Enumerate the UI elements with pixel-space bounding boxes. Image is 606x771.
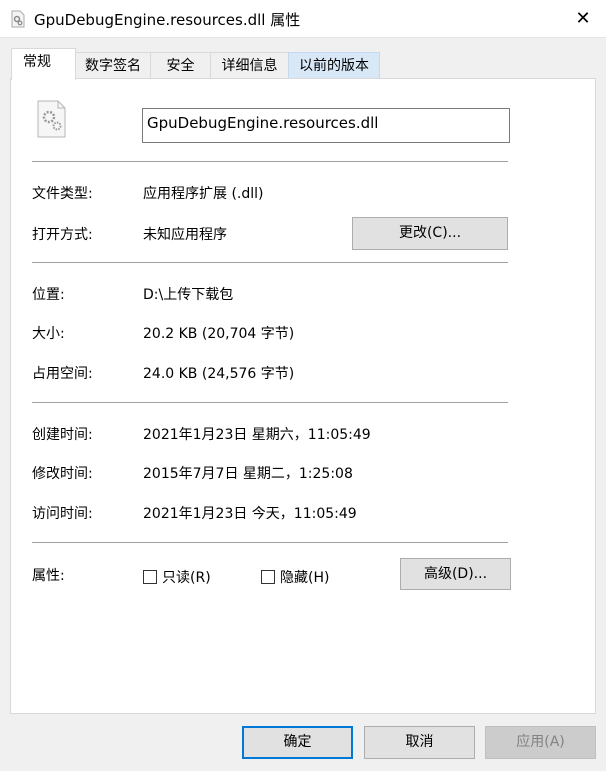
created-label: 创建时间: [32,427,93,443]
readonly-checkbox[interactable]: 只读(R) [143,567,211,587]
tab-security[interactable]: 安全 [150,52,211,79]
modified-label: 修改时间: [32,466,93,482]
dll-file-large-icon [37,100,66,138]
window-title: GpuDebugEngine.resources.dll 属性 [34,11,301,29]
tab-general[interactable]: 常规 [11,48,76,80]
size-value: 20.2 KB (20,704 字节) [143,326,295,342]
close-button[interactable]: ✕ [568,6,598,32]
size-label: 大小: [32,326,65,342]
disk-size-label: 占用空间: [32,366,93,382]
attributes-label: 属性: [32,568,65,584]
ok-button[interactable]: 确定 [242,726,353,759]
general-panel [10,78,596,714]
open-with-label: 打开方式: [32,227,93,243]
apply-button: 应用(A) [485,726,596,759]
change-button[interactable]: 更改(C)... [352,217,508,250]
tab-details[interactable]: 详细信息 [210,52,289,79]
divider [32,542,508,543]
checkbox-box[interactable] [261,570,275,584]
open-with-value: 未知应用程序 [143,227,227,243]
hidden-checkbox[interactable]: 隐藏(H) [261,567,329,587]
cancel-button[interactable]: 取消 [364,726,475,759]
disk-size-value: 24.0 KB (24,576 字节) [143,366,295,382]
file-type-label: 文件类型: [32,186,93,202]
location-value: D:\上传下载包 [143,287,234,303]
location-label: 位置: [32,287,65,303]
created-value: 2021年1月23日 星期六，11:05:49 [143,427,371,443]
advanced-button[interactable]: 高级(D)... [400,558,511,590]
file-name-input[interactable]: GpuDebugEngine.resources.dll [142,108,510,143]
accessed-label: 访问时间: [32,506,93,522]
tab-previous-versions[interactable]: 以前的版本 [288,52,380,79]
divider [32,161,508,162]
tab-digital-signature[interactable]: 数字签名 [75,52,151,79]
readonly-label: 只读(R) [162,570,211,586]
accessed-value: 2021年1月23日 今天，11:05:49 [143,506,357,522]
file-type-value: 应用程序扩展 (.dll) [143,186,264,202]
checkbox-box[interactable] [143,570,157,584]
divider [32,262,508,263]
dll-file-icon [11,10,25,28]
hidden-label: 隐藏(H) [280,570,330,586]
divider [32,402,508,403]
title-bar: GpuDebugEngine.resources.dll 属性 ✕ [0,0,606,38]
modified-value: 2015年7月7日 星期二，1:25:08 [143,466,353,482]
